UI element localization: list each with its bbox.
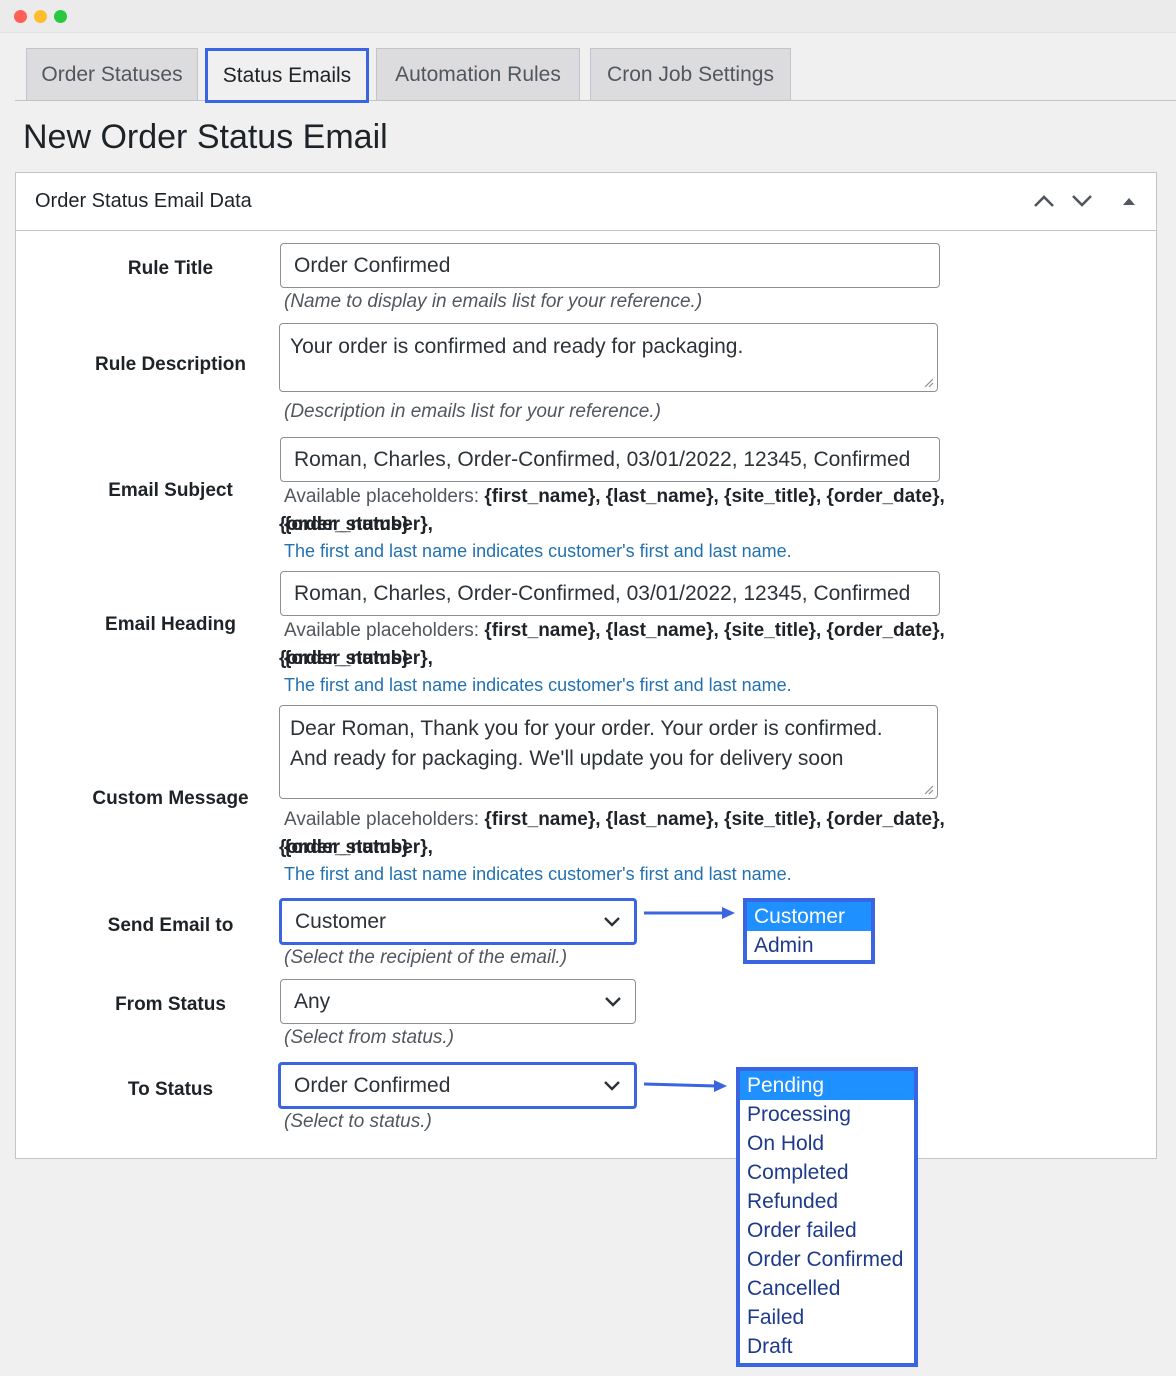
- chevron-down-icon: [605, 996, 621, 1007]
- send-email-to-select[interactable]: Customer: [279, 898, 637, 945]
- status-option-pending[interactable]: Pending: [740, 1071, 914, 1100]
- send-email-to-value: Customer: [295, 909, 387, 933]
- email-subject-label: Email Subject: [108, 480, 233, 501]
- chevron-down-icon: [604, 916, 620, 927]
- chevron-down-icon: [604, 1080, 620, 1091]
- custom-message-textarea[interactable]: Dear Roman, Thank you for your order. Yo…: [279, 705, 938, 799]
- from-status-value: Any: [294, 989, 331, 1013]
- email-subject-note: The first and last name indicates custom…: [284, 541, 792, 561]
- status-option-cancelled[interactable]: Cancelled: [740, 1274, 914, 1303]
- rule-title-input[interactable]: Order Confirmed: [280, 243, 940, 288]
- arrow-right-icon: [644, 1080, 727, 1092]
- email-heading-note: The first and last name indicates custom…: [284, 675, 792, 695]
- tab-order-statuses[interactable]: Order Statuses: [26, 48, 198, 100]
- panel-title: Order Status Email Data: [35, 190, 252, 212]
- status-option-draft[interactable]: Draft: [740, 1332, 914, 1361]
- custom-message-note: The first and last name indicates custom…: [284, 864, 792, 884]
- page-title: New Order Status Email: [23, 118, 388, 156]
- recipient-option-admin[interactable]: Admin: [747, 931, 871, 960]
- status-option-on-hold[interactable]: On Hold: [740, 1129, 914, 1158]
- status-option-processing[interactable]: Processing: [740, 1100, 914, 1129]
- email-subject-placeholders-cont: {order_status}: [279, 511, 1079, 539]
- placeholders-list-end: {order_status}: [279, 648, 409, 669]
- rule-description-value: Your order is confirmed and ready for pa…: [290, 335, 744, 358]
- triangle-up-icon[interactable]: [1115, 187, 1143, 215]
- rule-description-hint: (Description in emails list for your ref…: [284, 401, 661, 422]
- panel-header: Order Status Email Data: [16, 173, 1156, 231]
- window-titlebar: [0, 0, 1176, 33]
- email-heading-label: Email Heading: [105, 614, 236, 635]
- placeholders-prefix: Available placeholders:: [284, 620, 480, 641]
- resize-grip-icon[interactable]: [924, 378, 934, 388]
- custom-message-value: Dear Roman, Thank you for your order. Yo…: [290, 717, 883, 770]
- from-status-select[interactable]: Any: [280, 979, 636, 1024]
- placeholders-list-end: {order_status}: [279, 514, 409, 535]
- status-options-list: Pending Processing On Hold Completed Ref…: [736, 1067, 918, 1367]
- maximize-window-icon[interactable]: [54, 10, 67, 23]
- tab-automation-rules[interactable]: Automation Rules: [376, 48, 580, 100]
- email-subject-input[interactable]: Roman, Charles, Order-Confirmed, 03/01/2…: [280, 437, 940, 482]
- to-status-hint: (Select to status.): [284, 1111, 432, 1132]
- from-status-hint: (Select from status.): [284, 1027, 454, 1048]
- status-option-refunded[interactable]: Refunded: [740, 1187, 914, 1216]
- minimize-window-icon[interactable]: [34, 10, 47, 23]
- status-option-order-failed[interactable]: Order failed: [740, 1216, 914, 1245]
- to-status-select[interactable]: Order Confirmed: [278, 1062, 637, 1109]
- tab-cron-job-settings[interactable]: Cron Job Settings: [590, 48, 791, 100]
- status-option-order-confirmed[interactable]: Order Confirmed: [740, 1245, 914, 1274]
- email-heading-placeholders-cont: {order_status}: [279, 645, 1079, 673]
- recipient-options-list: Customer Admin: [743, 898, 875, 964]
- rule-title-hint: (Name to display in emails list for your…: [284, 291, 703, 312]
- resize-grip-icon[interactable]: [924, 785, 934, 795]
- tabs-divider: [15, 100, 1176, 101]
- send-email-to-hint: (Select the recipient of the email.): [284, 947, 568, 968]
- custom-message-placeholders-cont: {order_status}: [279, 834, 1079, 862]
- tab-status-emails[interactable]: Status Emails: [205, 48, 369, 103]
- email-heading-input[interactable]: Roman, Charles, Order-Confirmed, 03/01/2…: [280, 571, 940, 616]
- to-status-value: Order Confirmed: [294, 1073, 451, 1097]
- close-window-icon[interactable]: [14, 10, 27, 23]
- chevron-down-icon[interactable]: [1068, 187, 1096, 215]
- rule-description-textarea[interactable]: Your order is confirmed and ready for pa…: [279, 323, 938, 392]
- arrow-right-icon: [644, 907, 735, 919]
- placeholders-prefix: Available placeholders:: [284, 809, 480, 830]
- status-option-failed[interactable]: Failed: [740, 1303, 914, 1332]
- status-option-completed[interactable]: Completed: [740, 1158, 914, 1187]
- recipient-option-customer[interactable]: Customer: [747, 902, 871, 931]
- placeholders-prefix: Available placeholders:: [284, 486, 480, 507]
- chevron-up-icon[interactable]: [1030, 187, 1058, 215]
- placeholders-list-end: {order_status}: [279, 837, 409, 858]
